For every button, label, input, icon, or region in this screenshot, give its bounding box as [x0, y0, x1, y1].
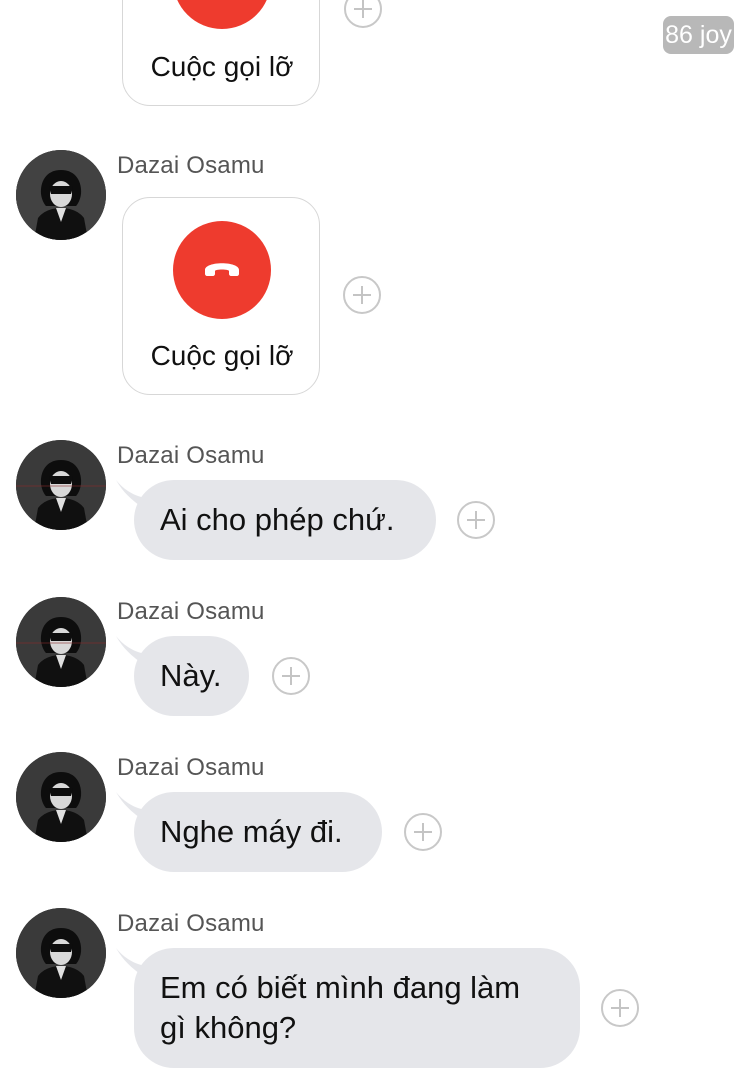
- sender-name: Dazai Osamu: [117, 442, 265, 469]
- message-bubble[interactable]: Ai cho phép chứ.: [134, 480, 436, 560]
- missed-call-card[interactable]: Cuộc gọi lỡ: [122, 0, 320, 106]
- user-avatar[interactable]: [16, 440, 106, 530]
- add-reaction-button[interactable]: [344, 0, 382, 28]
- message-text: Ai cho phép chứ.: [160, 502, 395, 537]
- add-reaction-button[interactable]: [343, 276, 381, 314]
- call-label: Cuộc gọi lỡ: [150, 51, 294, 82]
- sender-name: Dazai Osamu: [117, 152, 265, 179]
- add-reaction-button[interactable]: [457, 501, 495, 539]
- call-label: Cuộc gọi lỡ: [150, 340, 294, 371]
- sender-name: Dazai Osamu: [117, 910, 265, 937]
- message-bubble[interactable]: Em có biết mình đang làm gì không?: [134, 948, 580, 1068]
- user-avatar[interactable]: [16, 908, 106, 998]
- message-text: Nghe máy đi.: [160, 814, 343, 849]
- missed-call-card[interactable]: Cuộc gọi lỡ: [122, 197, 320, 395]
- user-avatar[interactable]: [16, 150, 106, 240]
- message-text: Này.: [160, 658, 222, 693]
- message-bubble[interactable]: Này.: [134, 636, 249, 716]
- add-reaction-button[interactable]: [601, 989, 639, 1027]
- add-reaction-button[interactable]: [272, 657, 310, 695]
- sender-name: Dazai Osamu: [117, 754, 265, 781]
- user-avatar[interactable]: [16, 752, 106, 842]
- message-text-line: gì không?: [160, 1010, 297, 1045]
- user-avatar[interactable]: [16, 597, 106, 687]
- phone-hangup-icon: [173, 221, 271, 319]
- message-text-line: Em có biết mình đang làm: [160, 970, 521, 1005]
- add-reaction-button[interactable]: [404, 813, 442, 851]
- phone-hangup-icon: [173, 0, 271, 29]
- joy-badge: 86 joy: [663, 16, 734, 54]
- sender-name: Dazai Osamu: [117, 598, 265, 625]
- message-bubble[interactable]: Nghe máy đi.: [134, 792, 382, 872]
